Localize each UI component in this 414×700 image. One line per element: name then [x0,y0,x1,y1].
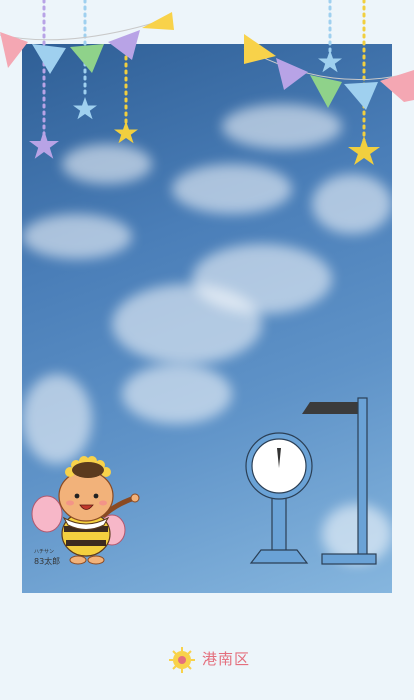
mascot-name: 83太郎 [34,557,61,566]
ward-logo: 港南区 [170,648,250,669]
ward-name-text: 港南区 [202,650,251,668]
sky-photo [22,44,392,593]
mascot-furigana: ハチサン [34,549,55,555]
mascot-name-label: ハチサン 83太郎 [34,548,60,566]
